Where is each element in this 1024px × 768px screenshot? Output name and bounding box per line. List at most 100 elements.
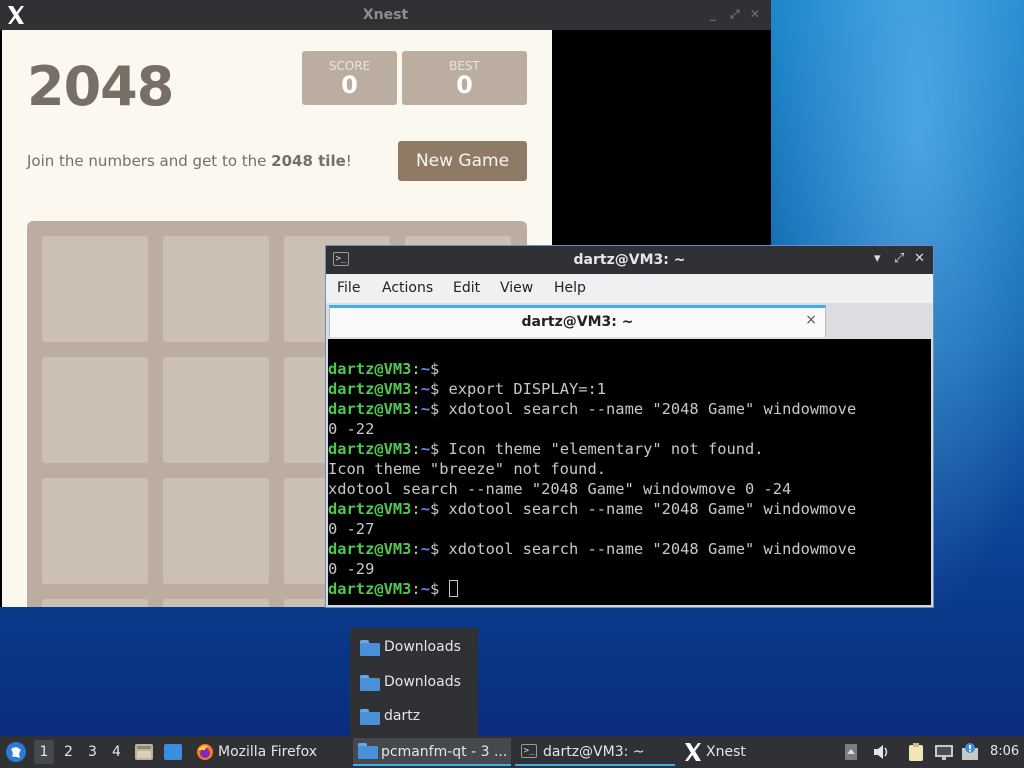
volume-icon[interactable]: [872, 743, 890, 761]
terminal-icon: >_: [521, 744, 537, 758]
maximize-button[interactable]: ⤢: [894, 251, 904, 266]
prompt-user: dartz@VM3: [328, 500, 412, 518]
task-firefox[interactable]: Mozilla Firefox: [192, 738, 344, 766]
prompt-symbol: $: [429, 400, 440, 418]
terminal-line-text: xdotool search --name "2048 Game" window…: [439, 540, 857, 558]
prompt-path: ~: [420, 440, 430, 458]
taskbar-group-popup: Downloads Downloads dartz: [350, 628, 478, 736]
terminal-titlebar[interactable]: >_ dartz@VM3: ~ ▾ ⤢ ✕: [326, 246, 933, 274]
terminal-console[interactable]: dartz@VM3:~$ dartz@VM3:~$ export DISPLAY=…: [328, 339, 931, 605]
tab-close-icon[interactable]: ×: [805, 312, 817, 328]
prompt-user: dartz@VM3: [328, 380, 412, 398]
workspace-3[interactable]: 3: [88, 744, 97, 760]
menu-file[interactable]: File: [337, 280, 360, 296]
game-intro: Join the numbers and get to the 2048 til…: [27, 152, 352, 170]
best-value: 0: [456, 71, 473, 99]
workspace-2[interactable]: 2: [64, 744, 73, 760]
close-button[interactable]: ✕: [914, 251, 925, 266]
game-title: 2048: [27, 55, 174, 118]
terminal-line: 0 -29: [328, 559, 931, 579]
prompt-symbol: $: [429, 540, 440, 558]
prompt-path: ~: [420, 580, 430, 598]
show-desktop-icon[interactable]: [163, 743, 183, 761]
prompt-separator: :: [411, 580, 421, 598]
taskbar: 1 2 3 4 Mozilla Firefox pcmanfm-qt - 3 .…: [0, 736, 1024, 768]
task-terminal[interactable]: >_ dartz@VM3: ~: [515, 738, 675, 766]
terminal-line: dartz@VM3:~$ xdotool search --name "2048…: [328, 539, 931, 559]
file-manager-icon[interactable]: [134, 743, 154, 761]
terminal-line-text: Icon theme "breeze" not found.: [328, 460, 606, 478]
firefox-icon: [197, 744, 213, 760]
terminal-line: dartz@VM3:~$: [328, 579, 931, 599]
terminal-line-text: [439, 580, 448, 598]
prompt-separator: :: [411, 380, 421, 398]
prompt-path: ~: [420, 380, 430, 398]
prompt-symbol: $: [429, 580, 440, 598]
terminal-line: dartz@VM3:~$ xdotool search --name "2048…: [328, 399, 931, 419]
prompt-separator: :: [411, 440, 421, 458]
prompt-user: dartz@VM3: [328, 440, 412, 458]
clock[interactable]: 8:06: [990, 744, 1019, 759]
prompt-separator: :: [411, 500, 421, 518]
maximize-button[interactable]: ⤢: [730, 7, 740, 22]
prompt-symbol: $: [429, 380, 440, 398]
prompt-path: ~: [420, 360, 430, 378]
prompt-user: dartz@VM3: [328, 540, 412, 558]
tray-up-icon[interactable]: [844, 743, 858, 761]
prompt-separator: :: [411, 360, 421, 378]
update-notifier-icon[interactable]: [960, 742, 980, 762]
terminal-line: dartz@VM3:~$ export DISPLAY=:1: [328, 379, 931, 399]
workspace-1[interactable]: 1: [34, 740, 54, 764]
grid-cell: [163, 357, 269, 463]
terminal-line: dartz@VM3:~$ Icon theme "elementary" not…: [328, 439, 931, 459]
text-cursor: [448, 580, 458, 597]
terminal-line-text: xdotool search --name "2048 Game" window…: [439, 400, 857, 418]
prompt-symbol: $: [429, 440, 440, 458]
terminal-line-text: export DISPLAY=:1: [439, 380, 607, 398]
tab-label: dartz@VM3: ~: [521, 314, 634, 330]
terminal-line-text: Icon theme "elementary" not found.: [439, 440, 764, 458]
menu-help[interactable]: Help: [554, 280, 586, 296]
prompt-user: dartz@VM3: [328, 360, 412, 378]
minimize-button[interactable]: ▾: [874, 251, 881, 266]
task-pcmanfm[interactable]: pcmanfm-qt - 3 ...: [353, 738, 511, 766]
menu-view[interactable]: View: [500, 280, 533, 296]
xnest-title: Xnest: [362, 7, 409, 23]
x-icon: [685, 743, 701, 761]
minimize-button[interactable]: _: [710, 7, 716, 21]
grid-cell: [163, 478, 269, 584]
terminal-tab[interactable]: dartz@VM3: ~ ×: [329, 305, 826, 337]
terminal-window[interactable]: >_ dartz@VM3: ~ ▾ ⤢ ✕ File Actions Edit …: [325, 245, 934, 608]
workspace-4[interactable]: 4: [112, 744, 121, 760]
prompt-user: dartz@VM3: [328, 400, 412, 418]
tab-bar: dartz@VM3: ~ ×: [326, 303, 933, 339]
grid-cell: [42, 599, 148, 607]
prompt-separator: :: [411, 540, 421, 558]
folder-icon: [360, 675, 380, 691]
menu-bar: File Actions Edit View Help: [326, 274, 933, 303]
clipboard-icon[interactable]: [907, 742, 925, 762]
prompt-user: dartz@VM3: [328, 580, 412, 598]
task-xnest[interactable]: Xnest: [678, 738, 798, 766]
new-game-button[interactable]: New Game: [398, 141, 527, 181]
score-box: SCORE 0: [302, 51, 397, 105]
start-menu-icon[interactable]: [5, 741, 27, 763]
terminal-line: dartz@VM3:~$: [328, 359, 931, 379]
folder-icon: [360, 709, 380, 725]
prompt-symbol: $: [429, 500, 440, 518]
menu-actions[interactable]: Actions: [382, 280, 433, 296]
folder-icon: [358, 743, 378, 759]
menu-edit[interactable]: Edit: [453, 280, 480, 296]
grid-cell: [163, 599, 269, 607]
xnest-titlebar[interactable]: Xnest _ ⤢ ✕: [0, 0, 771, 30]
terminal-line: 0 -27: [328, 519, 931, 539]
prompt-path: ~: [420, 400, 430, 418]
close-button[interactable]: ✕: [750, 7, 760, 21]
terminal-title: dartz@VM3: ~: [573, 252, 686, 268]
network-icon[interactable]: [933, 743, 955, 761]
folder-icon: [360, 640, 380, 656]
grid-cell: [42, 357, 148, 463]
terminal-line: 0 -22: [328, 419, 931, 439]
score-value: 0: [341, 71, 358, 99]
grid-cell: [42, 236, 148, 342]
